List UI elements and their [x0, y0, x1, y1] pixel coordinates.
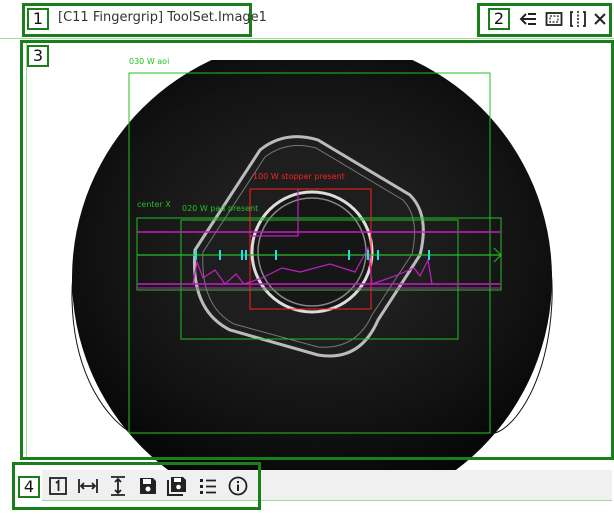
actual-size-1-icon	[49, 477, 67, 495]
save-icon	[140, 478, 156, 494]
save-button[interactable]	[137, 475, 159, 497]
region-label-3: 3	[27, 45, 49, 67]
fit-height-icon	[111, 476, 125, 496]
save-all-icon	[167, 477, 186, 496]
fit-width-button[interactable]	[77, 475, 99, 497]
info-button[interactable]	[227, 475, 249, 497]
save-all-button[interactable]	[166, 475, 188, 497]
fit-height-button[interactable]	[107, 475, 129, 497]
actual-size-button[interactable]	[47, 475, 69, 497]
viewport-frame	[20, 40, 614, 460]
info-icon	[228, 476, 248, 496]
fit-width-icon	[78, 479, 98, 493]
list-icon	[200, 479, 216, 494]
list-button[interactable]	[197, 475, 219, 497]
region-label-4: 4	[18, 476, 40, 498]
